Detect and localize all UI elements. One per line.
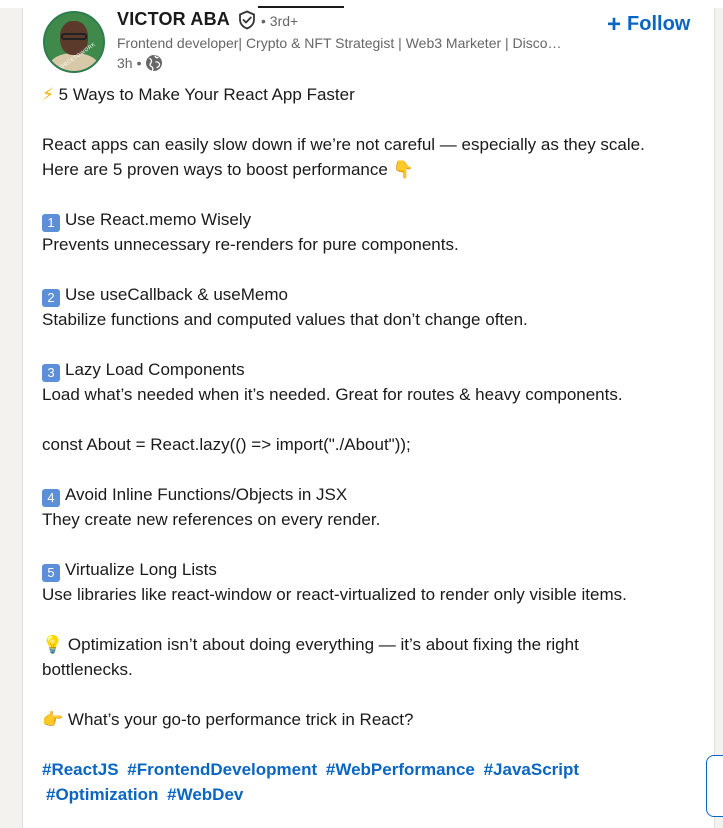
insight-line-1: 💡 Optimization isn’t about doing everyth… [42, 632, 672, 657]
keycap-4-icon: 4 [42, 489, 60, 507]
hashtag-link[interactable]: #FrontendDevelopment [127, 760, 317, 779]
intro-line-1: React apps can easily slow down if we’re… [42, 135, 645, 154]
tip-5-title: Virtualize Long Lists [65, 560, 217, 579]
post-meta: 3h • [117, 54, 163, 72]
tip-3-title-line: 3 Lazy Load Components [42, 357, 672, 382]
post-body: ⚡ 5 Ways to Make Your React App Faster R… [42, 82, 672, 732]
intro-line-2: Here are 5 proven ways to boost performa… [42, 157, 672, 182]
tip-4-title: Avoid Inline Functions/Objects in JSX [65, 485, 348, 504]
tip-3-title: Lazy Load Components [65, 360, 245, 379]
top-strip [0, 0, 723, 8]
verified-shield-icon [239, 10, 255, 30]
code-snippet: const About = React.lazy(() => import(".… [42, 435, 411, 454]
globe-icon [146, 55, 163, 72]
hashtag-link[interactable]: #Optimization [46, 785, 158, 804]
follow-label: Follow [627, 13, 691, 35]
tip-4-desc: They create new references on every rend… [42, 510, 381, 529]
question-text: What’s your go-to performance trick in R… [67, 710, 414, 729]
author-name[interactable]: VICTOR ABA [117, 9, 230, 30]
tip-1-title-line: 1 Use React.memo Wisely [42, 207, 672, 232]
tip-2-desc: Stabilize functions and computed values … [42, 310, 528, 329]
plus-icon: + [607, 10, 622, 38]
post-time: 3h [117, 55, 133, 71]
avatar-glasses [61, 33, 87, 40]
lightbulb-icon: 💡 [42, 635, 64, 655]
insight-text-1: Optimization isn’t about doing everythin… [67, 635, 579, 654]
lightning-icon: ⚡ [42, 85, 54, 105]
pointing-right-icon: 👉 [42, 710, 64, 730]
hashtag-link[interactable]: #JavaScript [484, 760, 579, 779]
partial-side-button[interactable] [706, 755, 723, 817]
hashtag-line-1: #ReactJS #FrontendDevelopment #WebPerfor… [42, 757, 662, 782]
hashtag-link[interactable]: #WebDev [167, 785, 243, 804]
tip-2-title-line: 2 Use useCallback & useMemo [42, 282, 672, 307]
insight-line-2: bottlenecks. [42, 660, 133, 679]
author-headline: Frontend developer| Crypto & NFT Strateg… [117, 35, 562, 51]
tip-4-title-line: 4 Avoid Inline Functions/Objects in JSX [42, 482, 672, 507]
post-title: 5 Ways to Make Your React App Faster [58, 85, 355, 104]
pointing-down-icon: 👇 [392, 160, 414, 180]
hashtag-link[interactable]: #WebPerformance [326, 760, 475, 779]
keycap-5-icon: 5 [42, 564, 60, 582]
meta-separator: • [136, 55, 142, 71]
tip-1-title: Use React.memo Wisely [65, 210, 252, 229]
tip-5-title-line: 5 Virtualize Long Lists [42, 557, 672, 582]
post-title-line: ⚡ 5 Ways to Make Your React App Faster [42, 82, 672, 107]
intro-text-2: Here are 5 proven ways to boost performa… [42, 160, 388, 179]
tip-1-desc: Prevents unnecessary re-renders for pure… [42, 235, 459, 254]
keycap-1-icon: 1 [42, 214, 60, 232]
follow-button[interactable]: + Follow [607, 10, 691, 38]
hashtag-link[interactable]: #ReactJS [42, 760, 119, 779]
tip-5-desc: Use libraries like react-window or react… [42, 585, 627, 604]
question-line: 👉 What’s your go-to performance trick in… [42, 707, 672, 732]
hashtags: #ReactJS #FrontendDevelopment #WebPerfor… [42, 757, 662, 807]
keycap-2-icon: 2 [42, 289, 60, 307]
keycap-3-icon: 3 [42, 364, 60, 382]
connection-degree: • 3rd+ [261, 13, 299, 29]
hashtag-line-2: #Optimization #WebDev [42, 782, 662, 807]
author-avatar[interactable]: #FORCETOWORK [43, 11, 105, 73]
tip-2-title: Use useCallback & useMemo [65, 285, 288, 304]
tip-3-desc: Load what’s needed when it’s needed. Gre… [42, 385, 623, 404]
